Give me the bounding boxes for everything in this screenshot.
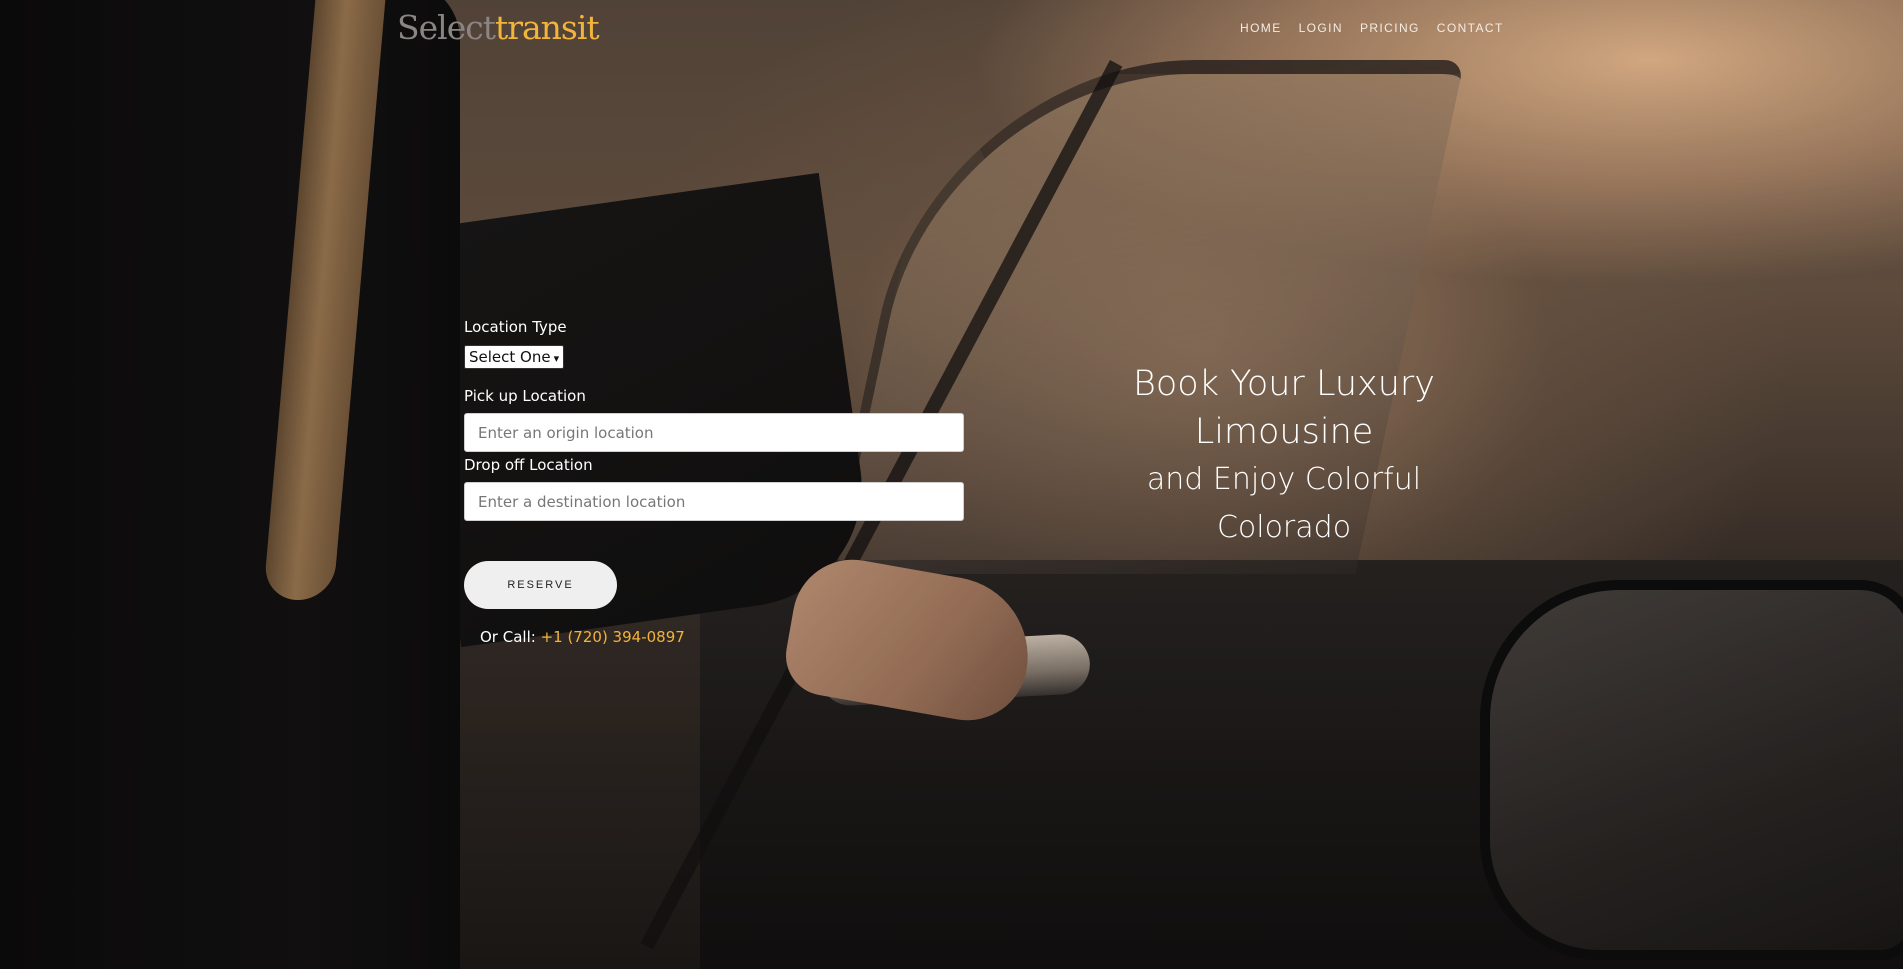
call-line: Or Call: +1 (720) 394-0897: [480, 628, 964, 646]
call-prefix: Or Call:: [480, 628, 536, 646]
phone-link[interactable]: +1 (720) 394-0897: [541, 628, 685, 646]
location-type-label: Location Type: [464, 318, 567, 336]
headline-line-2: Limousine: [1194, 412, 1374, 452]
hero-section: Selecttransit HOME LOGIN PRICING CONTACT…: [0, 0, 1903, 969]
nav-pricing[interactable]: PRICING: [1360, 21, 1420, 35]
dropoff-location-input[interactable]: [464, 482, 964, 521]
main-nav: HOME LOGIN PRICING CONTACT: [1240, 21, 1504, 35]
nav-home[interactable]: HOME: [1240, 21, 1282, 35]
booking-form: Location Type Select One ▾ Pick up Locat…: [464, 318, 964, 646]
logo-part-transit: transit: [494, 8, 600, 47]
pickup-label: Pick up Location: [464, 387, 586, 405]
location-type-select[interactable]: Select One ▾: [464, 345, 565, 369]
reserve-button[interactable]: RESERVE: [464, 561, 617, 609]
nav-login[interactable]: LOGIN: [1299, 21, 1343, 35]
pickup-location-input[interactable]: [464, 413, 964, 452]
dropoff-label: Drop off Location: [464, 456, 593, 474]
headline-line-1: Book Your Luxury: [1132, 364, 1436, 404]
nav-contact[interactable]: CONTACT: [1437, 21, 1504, 35]
hero-headline: Book Your Luxury Limousine and Enjoy Col…: [1084, 360, 1484, 552]
chevron-down-icon: ▾: [553, 351, 560, 365]
headline-line-3: and Enjoy Colorful: [1146, 462, 1422, 497]
site-logo[interactable]: Selecttransit: [397, 8, 600, 47]
location-type-value: Select One: [469, 348, 551, 366]
headline-line-4: Colorado: [1216, 510, 1352, 545]
logo-part-select: Select: [397, 8, 496, 47]
